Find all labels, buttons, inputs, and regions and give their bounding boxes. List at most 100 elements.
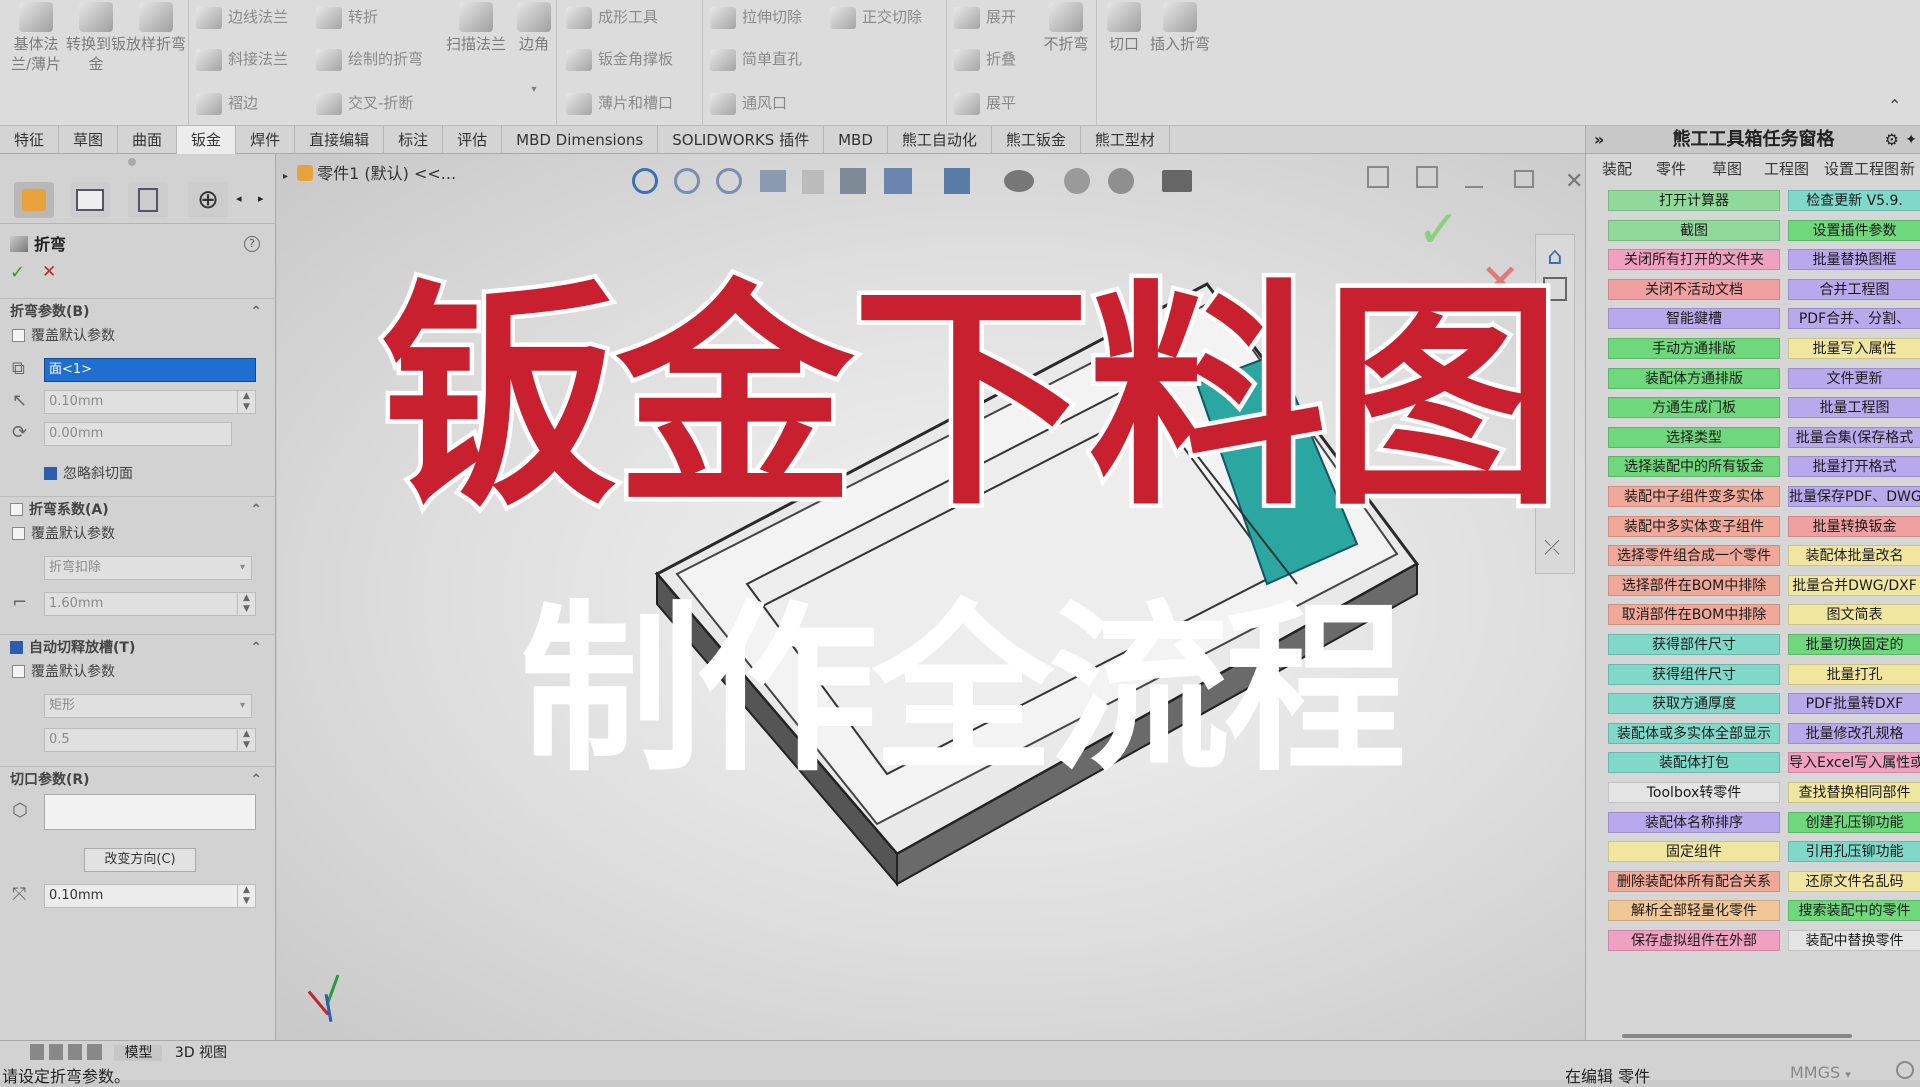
toolbox-button[interactable]: 查找替换相同部件 xyxy=(1788,782,1920,803)
toolbox-button[interactable]: 固定组件 xyxy=(1608,841,1780,863)
rip-gap-field[interactable]: 0.10mm ▲ ▼ xyxy=(44,884,256,908)
allowance-value-field[interactable]: 1.60mm ▲ ▼ xyxy=(44,592,256,616)
task-pane-tab-4[interactable]: 设置工程图 xyxy=(1824,158,1899,179)
normal-cut-button[interactable]: 正交切除 xyxy=(830,2,922,32)
toolbox-button[interactable]: 选择装配中的所有钣金 xyxy=(1608,456,1780,478)
toolbox-button[interactable]: Toolbox转零件 xyxy=(1608,782,1780,803)
relief-type-select[interactable]: 矩形 ▾ xyxy=(44,694,252,718)
allowance-spinner[interactable]: ▲ ▼ xyxy=(237,593,255,615)
toolbox-button[interactable]: 解析全部轻量化零件 xyxy=(1608,900,1780,922)
feature-manager-icon[interactable] xyxy=(14,182,54,218)
toolbox-button[interactable]: 装配中子组件变多实体 xyxy=(1608,486,1780,507)
toolbox-button[interactable]: 智能鍵槽 xyxy=(1608,308,1780,330)
toolbox-button[interactable]: 创建孔压铆功能 xyxy=(1788,811,1920,833)
ignore-bevel-checkbox[interactable] xyxy=(44,467,57,480)
toolbox-button[interactable]: 装配体打包 xyxy=(1608,752,1780,774)
dimxpert-icon[interactable]: ⊕ xyxy=(188,182,228,218)
ok-button[interactable]: ✓ xyxy=(10,262,25,283)
cross-break-button[interactable]: 交叉-折断 xyxy=(316,88,413,118)
bend-params-header[interactable]: 折弯参数(B) ⌃ xyxy=(0,298,276,324)
bend-allowance-header[interactable]: 折弯系数(A) ⌃ xyxy=(0,496,276,522)
lofted-bend-button[interactable]: 放样折弯 xyxy=(126,2,186,54)
toolbox-button[interactable]: 装配中替换零件 xyxy=(1788,930,1920,951)
double-chevron-icon[interactable]: » xyxy=(1594,126,1604,154)
tab-3[interactable]: 钣金 xyxy=(177,126,237,154)
relief-override-checkbox[interactable] xyxy=(12,665,25,678)
toolbox-button[interactable]: 检查更新 V5.9. xyxy=(1788,190,1920,211)
task-pane-tab-5[interactable]: 新 xyxy=(1900,158,1915,179)
toolbox-button[interactable]: 打开计算器 xyxy=(1608,190,1780,211)
gap-spinner[interactable]: ▲ ▼ xyxy=(237,885,255,907)
allowance-override-checkbox[interactable] xyxy=(12,527,25,540)
collapse-chevron-icon[interactable]: ⌃ xyxy=(250,767,262,793)
toolbox-button[interactable]: 还原文件名乱码 xyxy=(1788,870,1920,892)
toolbox-button[interactable]: 批量保存PDF、DWG、 xyxy=(1788,486,1920,507)
radius-spinner[interactable]: ▲ ▼ xyxy=(237,391,255,413)
no-bends-button[interactable]: 不折弯 xyxy=(1036,2,1096,54)
toolbox-button[interactable]: 保存虚拟组件在外部 xyxy=(1608,930,1780,951)
rip-edges-list[interactable] xyxy=(44,794,256,830)
allowance-type-select[interactable]: 折弯扣除 ▾ xyxy=(44,556,252,580)
collapse-chevron-icon[interactable]: ⌃ xyxy=(250,299,262,325)
base-flange-button[interactable]: 基体法兰/薄片 xyxy=(6,2,66,74)
pin-icon[interactable]: ✦ xyxy=(1905,126,1917,154)
tab-2[interactable]: 曲面 xyxy=(118,126,178,154)
toolbox-button[interactable]: PDF批量转DXF xyxy=(1788,693,1920,715)
collapse-chevron-icon[interactable]: ⌃ xyxy=(250,635,262,661)
rip-button[interactable]: 切口 xyxy=(1094,2,1154,54)
cancel-button[interactable]: ✕ xyxy=(42,262,56,282)
toolbox-button[interactable]: 批量工程图 xyxy=(1788,397,1920,419)
tab-1[interactable]: 草图 xyxy=(59,126,119,154)
corners-dropdown-icon[interactable]: ▾ xyxy=(504,80,564,100)
toolbox-button[interactable]: 获取方通厚度 xyxy=(1608,693,1780,715)
tab-10[interactable]: MBD xyxy=(824,126,888,154)
toolbox-button[interactable]: 方通生成门板 xyxy=(1608,397,1780,419)
auto-relief-checkbox[interactable] xyxy=(10,641,23,654)
override-checkbox[interactable] xyxy=(12,329,25,342)
toolbox-button[interactable]: 选择零件组合成一个零件 xyxy=(1608,545,1780,567)
toolbox-button[interactable]: 图文简表 xyxy=(1788,604,1920,626)
property-manager-icon[interactable] xyxy=(70,182,110,218)
toolbox-button[interactable]: 批量合并DWG/DXF xyxy=(1788,574,1920,596)
toolbox-button[interactable]: 导入Excel写入属性或 xyxy=(1788,752,1920,774)
toolbox-button[interactable]: 引用孔压铆功能 xyxy=(1788,841,1920,863)
change-direction-button[interactable]: 改变方向(C) xyxy=(84,848,196,872)
scroll-left-icon[interactable]: ◂ xyxy=(236,192,242,205)
tab-and-slot-button[interactable]: 薄片和槽口 xyxy=(566,88,673,118)
auto-relief-header[interactable]: 自动切释放槽(T) ⌃ xyxy=(0,634,276,660)
quick-tips-icon[interactable] xyxy=(1896,1061,1914,1079)
task-pane-tab-1[interactable]: 零件 xyxy=(1656,158,1686,179)
toolbox-button[interactable]: 装配体或多实体全部显示 xyxy=(1608,722,1780,744)
configuration-manager-icon[interactable] xyxy=(128,182,168,218)
toolbox-button[interactable]: 获得组件尺寸 xyxy=(1608,663,1780,685)
toolbox-button[interactable]: 批量修改孔规格 xyxy=(1788,722,1920,744)
toolbox-button[interactable]: 批量打孔 xyxy=(1788,663,1920,685)
ignore-bevel-row[interactable]: 忽略斜切面 xyxy=(44,464,133,484)
corners-button[interactable]: 边角 ▾ xyxy=(504,2,564,100)
toolbox-button[interactable]: 装配体名称排序 xyxy=(1608,811,1780,833)
toolbox-button[interactable]: PDF合并、分割、 xyxy=(1788,308,1920,330)
hem-button[interactable]: 褶边 xyxy=(196,88,258,118)
tab-11[interactable]: 熊工自动化 xyxy=(888,126,992,154)
unfold-button[interactable]: 展开 xyxy=(954,2,1016,32)
jog-button[interactable]: 转折 xyxy=(316,2,378,32)
tab-13[interactable]: 熊工型材 xyxy=(1081,126,1170,154)
bend-radius-field[interactable]: 0.10mm ▲ ▼ xyxy=(44,390,256,414)
toolbox-button[interactable]: 批量切换固定的 xyxy=(1788,634,1920,655)
toolbox-button[interactable]: 批量打开格式 xyxy=(1788,456,1920,478)
tab-7[interactable]: 评估 xyxy=(443,126,503,154)
task-pane-tab-0[interactable]: 装配 xyxy=(1602,158,1632,179)
toolbox-button[interactable]: 选择类型 xyxy=(1608,426,1780,448)
relief-override-row[interactable]: 覆盖默认参数 xyxy=(12,662,115,682)
forming-tool-button[interactable]: 成形工具 xyxy=(566,2,658,32)
tab-3d-view[interactable]: 3D 视图 xyxy=(167,1045,235,1061)
task-pane-tab-3[interactable]: 工程图 xyxy=(1764,158,1809,179)
toolbox-button[interactable]: 手动方通排版 xyxy=(1608,338,1780,359)
toolbox-button[interactable]: 装配体批量改名 xyxy=(1788,545,1920,567)
vent-button[interactable]: 通风口 xyxy=(710,88,787,118)
collapse-chevron-icon[interactable]: ⌃ xyxy=(250,497,262,523)
sheetmetal-gusset-button[interactable]: 钣金角撑板 xyxy=(566,44,673,74)
rip-params-header[interactable]: 切口参数(R) ⌃ xyxy=(0,766,276,792)
gear-icon[interactable]: ⚙ xyxy=(1885,126,1899,154)
toolbox-button[interactable]: 关闭不活动文档 xyxy=(1608,278,1780,300)
